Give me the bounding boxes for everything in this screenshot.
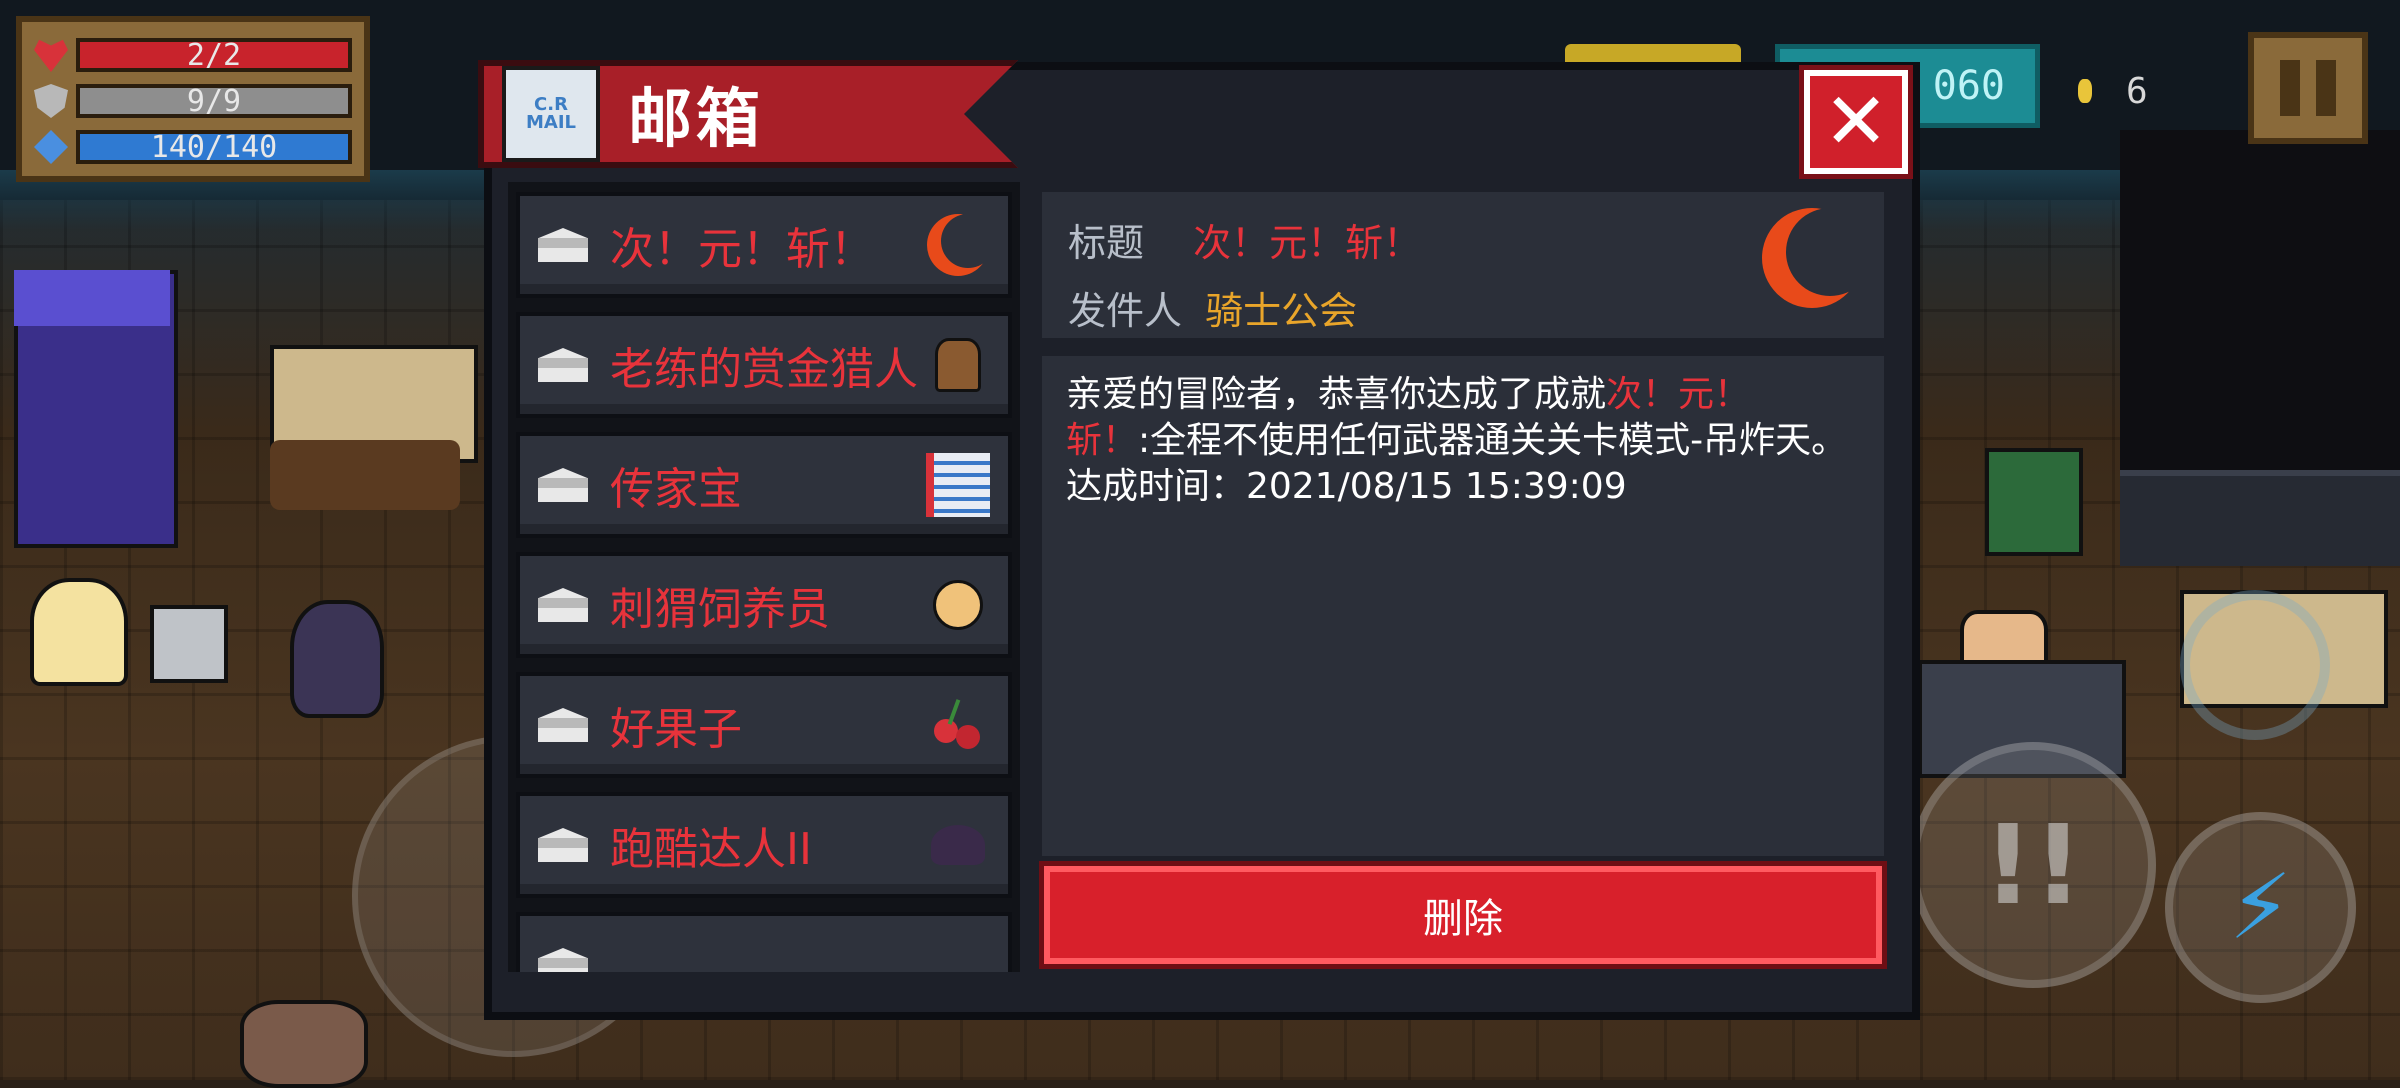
envelope-icon (538, 828, 588, 862)
mail-item-ciyuanzhan[interactable]: 次！元！斩！ (516, 192, 1012, 298)
mail-item-good-fruit[interactable]: 好果子 (516, 672, 1012, 778)
bounty-hunter-icon (922, 329, 994, 401)
heart-icon (34, 39, 68, 72)
envelope-icon (538, 948, 588, 972)
cherry-icon (922, 689, 994, 761)
message-achievement-part2: 斩！ (1066, 420, 1139, 461)
armor-bar: 9/9 (76, 84, 352, 119)
title-row: 标题 次！元！斩！ (1068, 212, 1421, 267)
npc-robot (150, 605, 228, 683)
player-stats-hud: 2/2 9/9 140/140 (16, 16, 370, 182)
pause-button[interactable] (2248, 32, 2368, 144)
green-chest (1985, 448, 2083, 556)
cupid-icon (922, 569, 994, 641)
document-icon (922, 449, 994, 521)
mail-item-label: 好果子 (610, 704, 742, 755)
envelope-icon (538, 708, 588, 742)
crescent-moon-icon (922, 209, 994, 281)
close-button[interactable]: ✕ (1804, 70, 1908, 174)
sender-label: 发件人 (1068, 289, 1183, 333)
title-label: 标题 (1068, 221, 1145, 265)
npc-witch (290, 600, 384, 718)
mail-item-label: 跑酷达人II (610, 824, 812, 875)
delete-button[interactable]: 删除 (1044, 866, 1882, 964)
sender-value: 骑士公会 (1205, 289, 1358, 333)
coin-icon (2078, 79, 2092, 103)
attack-button[interactable]: !! (1910, 742, 2156, 988)
partial-item-icon (922, 929, 994, 972)
message-achieved-time: 达成时间：2021/08/15 15:39:09 (1066, 466, 1627, 507)
energy-bar: 140/140 (76, 130, 352, 165)
mail-item-parkour-master[interactable]: 跑酷达人II (516, 792, 1012, 898)
mail-item-partial[interactable] (516, 912, 1012, 972)
energy-diamond-icon (34, 130, 68, 164)
mail-icon: C.R MAIL (502, 66, 600, 162)
shield-icon (34, 84, 68, 118)
hp-bar: 2/2 (76, 38, 352, 73)
mail-item-heirloom[interactable]: 传家宝 (516, 432, 1012, 538)
mailbox-header: C.R MAIL 邮箱 (478, 60, 1018, 168)
vending-machine-top (14, 270, 170, 326)
coin-counter: 6 (2058, 56, 2228, 126)
barrels (270, 440, 460, 510)
skill-lightning-button[interactable]: ⚡ (2165, 812, 2356, 1003)
stone-ledge (2120, 470, 2400, 566)
title-value: 次！元！斩！ (1193, 221, 1422, 265)
mail-message: 亲爱的冒险者，恭喜你达成了成就次！元！ 斩！:全程不使用任何武器通关关卡模式-吊炸… (1066, 372, 1860, 464)
mail-list[interactable]: 次！元！斩！ 老练的赏金猎人 传家宝 刺猬饲养员 好果子 跑酷达人II (508, 182, 1020, 972)
mail-item-label: 刺猬饲养员 (610, 584, 830, 635)
mailbox-title: 邮箱 (628, 83, 764, 157)
message-intro: 亲爱的冒险者，恭喜你达成了成就 (1066, 374, 1607, 415)
envelope-icon (538, 228, 588, 262)
npc-bottom (240, 1000, 368, 1088)
mail-item-label: 传家宝 (610, 464, 742, 515)
coin-count: 6 (2126, 70, 2148, 112)
sender-row: 发件人 骑士公会 (1068, 280, 1357, 335)
envelope-icon (538, 468, 588, 502)
crescent-moon-icon (1762, 208, 1862, 308)
message-description: :全程不使用任何武器通关关卡模式-吊炸天。 (1138, 420, 1848, 461)
shadow-creature-icon (922, 809, 994, 881)
envelope-icon (538, 348, 588, 382)
message-achievement-part1: 次！元！ (1606, 374, 1751, 415)
mail-item-hedgehog-keeper[interactable]: 刺猬饲养员 (516, 552, 1012, 658)
weapon-swap-button[interactable] (2180, 590, 2330, 740)
mail-item-bounty-hunter[interactable]: 老练的赏金猎人 (516, 312, 1012, 418)
mail-item-label: 次！元！斩！ (610, 224, 874, 275)
mail-detail-header: 标题 次！元！斩！ 发件人 骑士公会 (1042, 192, 1884, 338)
mail-item-label: 老练的赏金猎人 (610, 344, 918, 395)
npc-hooded (30, 578, 128, 686)
mail-detail-body: 亲爱的冒险者，恭喜你达成了成就次！元！ 斩！:全程不使用任何武器通关关卡模式-吊炸… (1042, 356, 1884, 856)
envelope-icon (538, 588, 588, 622)
